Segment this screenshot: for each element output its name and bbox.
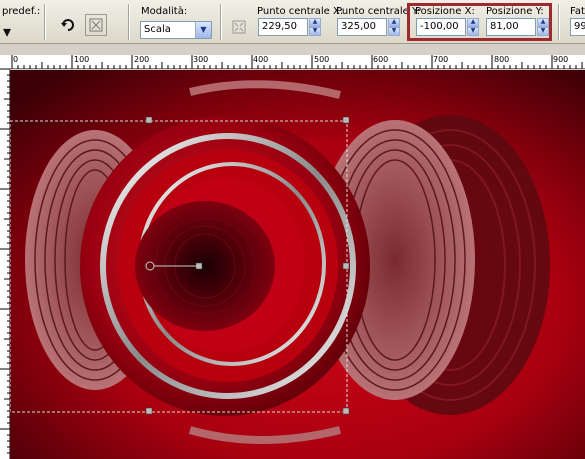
ruler-horizontal: 0 100 200 300 400 500 600 700 800 900 xyxy=(0,55,585,69)
center-x-label: Punto centrale X: xyxy=(257,6,344,17)
toolbar-spacer xyxy=(0,44,585,55)
center-x-stepper[interactable]: ▲ ▼ xyxy=(309,18,321,36)
artwork xyxy=(10,70,585,459)
separator xyxy=(558,4,560,40)
preset-label: predef.: xyxy=(2,6,41,17)
pos-y-label: Posizione Y: xyxy=(486,6,544,17)
center-point-icon[interactable] xyxy=(228,16,250,38)
ruler-tick-label: 600 xyxy=(373,55,389,64)
ruler-tick-label: 200 xyxy=(134,55,150,64)
ruler-tick-label: 800 xyxy=(494,55,510,64)
ruler-vertical xyxy=(0,69,10,459)
chevron-down-icon[interactable]: ▼ xyxy=(195,22,211,38)
separator xyxy=(128,4,130,40)
mode-select-value: Scala xyxy=(144,24,171,35)
truncated-label: Fat xyxy=(570,6,585,17)
truncated-input[interactable]: 99 xyxy=(570,18,585,36)
mode-select[interactable]: Scala ▼ xyxy=(140,21,212,39)
pos-x-label: Posizione X: xyxy=(415,6,475,17)
ruler-tick-label: 400 xyxy=(253,55,269,64)
separator xyxy=(220,4,222,40)
rotate-icon[interactable] xyxy=(57,14,79,36)
ruler-tick-label: 500 xyxy=(314,55,330,64)
center-x-input[interactable]: 229,50 xyxy=(258,18,308,36)
separator xyxy=(44,4,46,40)
ruler-tick-label: 0 xyxy=(13,55,19,64)
pos-y-stepper[interactable]: ▲ ▼ xyxy=(537,18,549,36)
pos-y-input[interactable]: 81,00 xyxy=(486,18,536,36)
reset-transform-icon[interactable] xyxy=(85,14,107,36)
ruler-tick-label: 300 xyxy=(193,55,209,64)
image-canvas[interactable] xyxy=(10,70,585,459)
mode-label: Modalità: xyxy=(141,6,188,17)
pos-x-stepper[interactable]: ▲ ▼ xyxy=(467,18,479,36)
preset-dropdown-icon[interactable]: ▾ xyxy=(0,20,14,42)
center-y-input[interactable]: 325,00 xyxy=(337,18,387,36)
ruler-tick-label: 100 xyxy=(74,55,90,64)
center-y-stepper[interactable]: ▲ ▼ xyxy=(388,18,400,36)
ruler-tick-label: 900 xyxy=(553,55,569,64)
pos-x-input[interactable]: -100,00 xyxy=(416,18,466,36)
ruler-tick-label: 700 xyxy=(433,55,449,64)
toolbar: predef.: ▾ Modalità: Scala ▼ Punto centr… xyxy=(0,0,585,44)
